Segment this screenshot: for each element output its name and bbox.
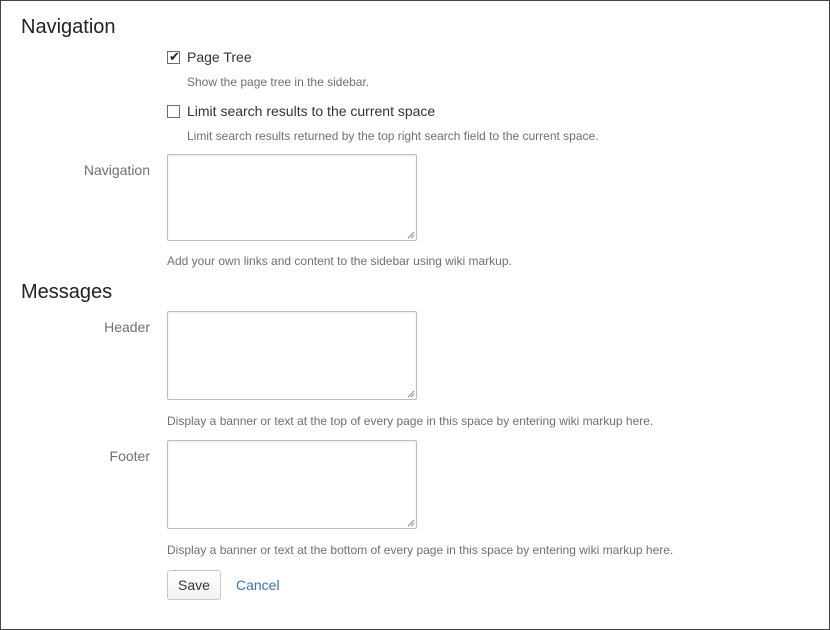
navigation-field-description: Add your own links and content to the si… [167, 254, 512, 268]
limit-search-option[interactable]: Limit search results to the current spac… [167, 102, 435, 120]
limit-search-description: Limit search results returned by the top… [187, 129, 599, 143]
header-textarea[interactable] [167, 311, 417, 400]
page-tree-option[interactable]: ✔ Page Tree [167, 48, 252, 66]
navigation-textarea[interactable] [167, 154, 417, 241]
navigation-heading: Navigation [21, 16, 116, 38]
page-tree-checkbox[interactable]: ✔ [167, 48, 180, 64]
messages-heading: Messages [21, 281, 113, 303]
header-field-description: Display a banner or text at the top of e… [167, 414, 654, 428]
save-button[interactable]: Save [167, 570, 221, 600]
limit-search-checkbox[interactable] [167, 104, 180, 118]
footer-field-label: Footer [109, 448, 150, 464]
cancel-link[interactable]: Cancel [236, 577, 280, 593]
navigation-field-label: Navigation [83, 162, 150, 178]
page-tree-description: Show the page tree in the sidebar. [187, 75, 370, 89]
header-field-label: Header [104, 319, 150, 335]
sidebar-settings-form: Navigation ✔ Page Tree Show the page tre… [0, 0, 830, 630]
check-mark-icon: ✔ [169, 48, 180, 64]
limit-search-label: Limit search results to the current spac… [187, 103, 436, 119]
footer-field-description: Display a banner or text at the bottom o… [167, 543, 674, 557]
page-tree-label: Page Tree [187, 49, 252, 65]
footer-textarea[interactable] [167, 440, 417, 529]
